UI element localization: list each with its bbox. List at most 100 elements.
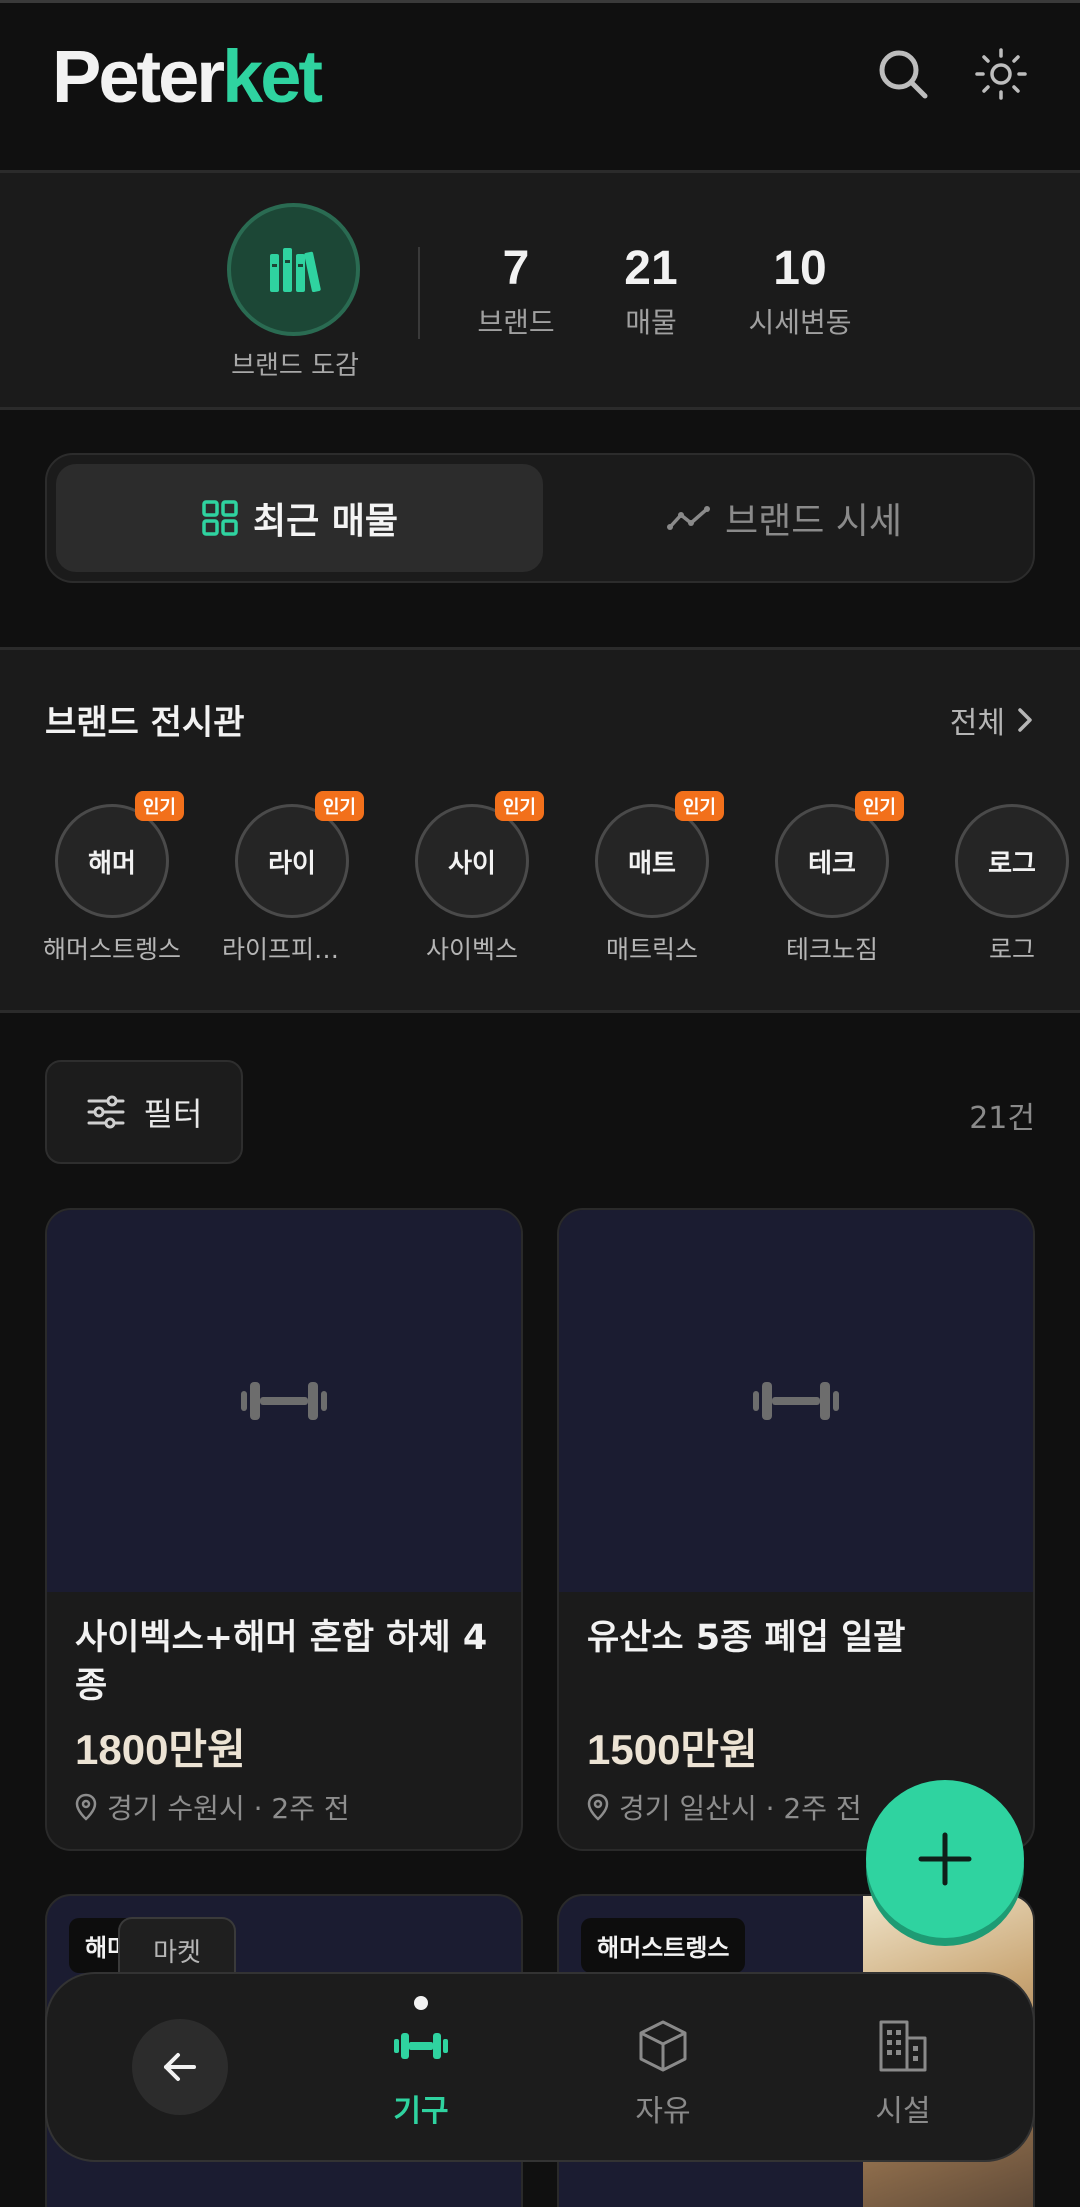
brand-short: 로그 xyxy=(988,848,1036,879)
popular-badge: 인기 xyxy=(854,791,904,821)
nav-item-equipment[interactable]: 기구 xyxy=(351,2016,491,2130)
listing-meta: 경기 수원시 · 2주 전 xyxy=(75,1787,493,1827)
dumbbell-icon xyxy=(394,2033,448,2059)
brand-short: 라이 xyxy=(268,848,316,879)
sliders-icon xyxy=(87,1095,125,1129)
listing-title: 유산소 5종 폐업 일괄 xyxy=(587,1618,906,1658)
app-header: Peterket xyxy=(0,3,1080,170)
brand-item-rogue[interactable]: 로그 로그 xyxy=(922,804,1080,966)
listing-card[interactable]: 사이벡스+해머 혼합 하체 4종 1800만원 경기 수원시 · 2주 전 xyxy=(45,1208,523,1851)
stat-value: 21 xyxy=(624,242,678,295)
brand-bubble: 로그 xyxy=(955,804,1069,918)
nav-item-facility[interactable]: 시설 xyxy=(833,2016,973,2130)
search-icon xyxy=(879,50,928,99)
back-button[interactable] xyxy=(132,2019,228,2115)
view-toggle: 최근 매물 브랜드 시세 xyxy=(45,453,1035,583)
popular-badge: 인기 xyxy=(674,791,724,821)
listing-location-time: 경기 수원시 · 2주 전 xyxy=(107,1792,350,1825)
stat-value: 10 xyxy=(773,242,827,295)
see-all-link[interactable]: 전체 xyxy=(950,698,1035,742)
brand-name: 테크노짐 xyxy=(785,935,878,964)
sun-icon xyxy=(975,48,1027,100)
brand-short: 사이 xyxy=(448,848,496,879)
view-toggle-section: 최근 매물 브랜드 시세 xyxy=(0,410,1080,650)
brand-bubble: 매트 인기 xyxy=(595,791,724,918)
brand-bubble: 사이 인기 xyxy=(415,791,544,918)
listing-title: 사이벡스+해머 혼합 하체 4종 xyxy=(75,1618,488,1706)
brand-short: 테크 xyxy=(808,848,856,879)
logo-text-primary: Peter xyxy=(52,35,225,118)
location-pin-icon xyxy=(587,1793,609,1821)
stat-label: 브랜드 xyxy=(477,306,555,339)
stat-value: 7 xyxy=(502,242,530,295)
tab-brand-price[interactable]: 브랜드 시세 xyxy=(541,464,1028,572)
filter-label: 필터 xyxy=(143,1095,203,1133)
brand-item-matrix[interactable]: 매트 인기 매트릭스 xyxy=(562,791,742,966)
see-all-label: 전체 xyxy=(949,706,1005,741)
dumbbell-icon xyxy=(241,1382,327,1420)
brand-name: 로그 xyxy=(988,935,1035,964)
chevron-right-icon xyxy=(1018,708,1032,732)
brand-book-button[interactable] xyxy=(227,203,360,336)
listing-card[interactable]: 유산소 5종 폐업 일괄 1500만원 경기 일산시 · 2주 전 xyxy=(557,1208,1035,1851)
nav-label: 시설 xyxy=(875,2094,931,2129)
search-button[interactable] xyxy=(872,43,934,105)
location-pin-icon xyxy=(75,1793,97,1821)
stats-divider xyxy=(418,247,420,339)
brand-tag: 해머스트렝스 xyxy=(581,1918,746,1973)
stat-listings: 21 매물 xyxy=(601,241,701,341)
nav-item-free[interactable]: 자유 xyxy=(593,2016,733,2130)
grid-icon xyxy=(202,500,238,536)
building-icon xyxy=(879,2020,927,2072)
theme-toggle-button[interactable] xyxy=(970,43,1032,105)
box-icon xyxy=(639,2020,687,2072)
stat-price-changes: 10 시세변동 xyxy=(735,241,865,341)
app-logo[interactable]: Peterket xyxy=(52,35,323,118)
stats-panel: 브랜드 도감 7 브랜드 21 매물 10 시세변동 xyxy=(0,170,1080,410)
add-listing-button[interactable] xyxy=(866,1780,1024,1938)
brand-name: 매트릭스 xyxy=(605,935,698,964)
listing-thumbnail xyxy=(559,1210,1033,1592)
nav-label: 자유 xyxy=(635,2094,691,2129)
brand-name: 라이프피트니스 xyxy=(222,935,362,964)
section-title: 브랜드 전시관 xyxy=(45,703,245,743)
brand-item-hammer-strength[interactable]: 해머 인기 해머스트렝스 xyxy=(22,791,202,966)
listing-location-time: 경기 일산시 · 2주 전 xyxy=(619,1792,862,1825)
brand-name: 사이벡스 xyxy=(425,935,518,964)
tab-label: 최근 매물 xyxy=(252,501,398,542)
brand-bubble: 해머 인기 xyxy=(55,791,184,918)
listing-thumbnail xyxy=(47,1210,521,1592)
arrow-left-icon xyxy=(164,2053,196,2081)
plus-icon xyxy=(918,1832,972,1886)
popular-badge: 인기 xyxy=(494,791,544,821)
stat-label: 매물 xyxy=(625,306,677,339)
brand-name: 해머스트렝스 xyxy=(42,935,181,964)
brand-short: 해머 xyxy=(88,848,136,879)
stat-label: 시세변동 xyxy=(748,306,852,339)
popular-badge: 인기 xyxy=(314,791,364,821)
bottom-navigation: 기구 자유 시설 xyxy=(45,1972,1035,2162)
brand-item-life-fitness[interactable]: 라이 인기 라이프피트니스 xyxy=(202,791,382,966)
tab-recent-listings[interactable]: 최근 매물 xyxy=(56,464,543,572)
stat-brands: 7 브랜드 xyxy=(466,241,566,341)
brand-exhibition-section: 브랜드 전시관 전체 해머 인기 해머스트렝스 라이 인기 라이프피트니스 사이 인기… xyxy=(0,647,1080,1013)
popular-badge: 인기 xyxy=(134,791,184,821)
brand-short: 매트 xyxy=(628,848,676,879)
tab-label: 브랜드 시세 xyxy=(724,501,903,542)
brand-bubble: 테크 인기 xyxy=(775,791,904,918)
logo-text-accent: ket xyxy=(222,35,323,118)
listing-price: 1500만원 xyxy=(587,1726,758,1773)
brand-bubble: 라이 인기 xyxy=(235,791,364,918)
brand-item-technogym[interactable]: 테크 인기 테크노짐 xyxy=(742,791,922,966)
dumbbell-icon xyxy=(753,1382,839,1420)
trend-line-icon xyxy=(666,506,710,530)
active-indicator-dot xyxy=(414,1996,428,2010)
books-icon xyxy=(269,247,321,292)
result-count: 21건 xyxy=(969,1101,1035,1136)
listing-body: 사이벡스+해머 혼합 하체 4종 1800만원 경기 수원시 · 2주 전 xyxy=(47,1592,521,1849)
brand-book-label: 브랜드 도감 xyxy=(231,351,359,381)
listing-price: 1800만원 xyxy=(75,1726,246,1773)
nav-label: 기구 xyxy=(393,2094,449,2129)
brand-item-cybex[interactable]: 사이 인기 사이벡스 xyxy=(382,791,562,966)
filter-button[interactable]: 필터 xyxy=(45,1060,243,1164)
